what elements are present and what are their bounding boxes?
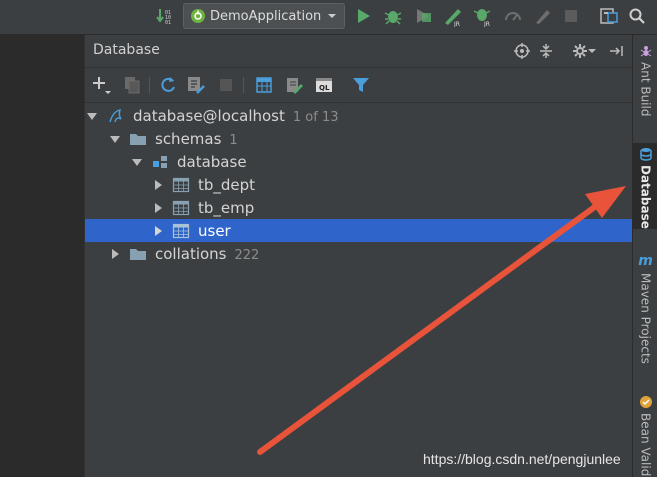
tree-row-schemas[interactable]: schemas 1 (85, 127, 632, 150)
tab-label: Bean Valid (638, 413, 653, 477)
collapsed-arrow-icon[interactable] (153, 202, 163, 213)
run-configuration-label: DemoApplication (210, 8, 322, 24)
spring-boot-icon (191, 9, 205, 23)
chevron-down-icon[interactable] (588, 42, 596, 60)
coverage-icon[interactable] (412, 5, 434, 27)
tab-bean-validation[interactable]: Bean Valid (633, 391, 657, 477)
tree-row-table-user[interactable]: user (85, 219, 632, 242)
tree-row-schema-database[interactable]: database (85, 150, 632, 173)
stop-icon[interactable] (560, 5, 582, 27)
query-console-icon[interactable]: QL (313, 74, 335, 96)
target-icon[interactable] (513, 42, 531, 60)
tree-node-count: 222 (234, 247, 260, 263)
collapse-all-icon[interactable] (537, 42, 555, 60)
tree-node-label: schemas (155, 129, 222, 148)
stop-icon[interactable] (215, 74, 237, 96)
run-icon[interactable] (352, 5, 374, 27)
expanded-arrow-icon[interactable] (87, 111, 97, 121)
tree-node-label: user (198, 221, 231, 240)
bean-validation-icon (639, 396, 652, 408)
data-source-properties-icon[interactable] (185, 74, 207, 96)
tree-node-label: tb_emp (198, 198, 255, 217)
debug-icon[interactable] (382, 5, 404, 27)
tree-node-count: 1 (229, 132, 238, 148)
jrebel-run-icon[interactable]: JR (442, 5, 464, 27)
profiler-icon[interactable] (502, 5, 524, 27)
expanded-arrow-icon[interactable] (132, 157, 142, 167)
database-toolbar: QL (85, 68, 632, 103)
tab-label: Maven Projects (638, 273, 653, 364)
database-icon (639, 148, 652, 161)
folder-icon (129, 130, 147, 148)
tree-node-label: database@localhost (133, 106, 285, 125)
folder-icon (129, 245, 147, 263)
tab-ant-build[interactable]: Ant Build (633, 41, 657, 127)
project-structure-icon[interactable] (598, 5, 620, 27)
settings-gear-icon[interactable] (571, 42, 589, 60)
tab-label: Database (638, 165, 653, 229)
datasource-icon (107, 107, 125, 125)
jrebel-debug-icon[interactable]: JR (472, 5, 494, 27)
svg-text:01: 01 (165, 20, 171, 26)
tab-maven-projects[interactable]: m Maven Projects (633, 251, 657, 371)
toolbar-separator (149, 77, 150, 93)
editor-area (0, 35, 85, 477)
filter-icon[interactable] (350, 74, 372, 96)
right-tool-window-bar: Ant Build Database m Maven Projects Bean… (632, 35, 657, 477)
ant-icon (640, 46, 651, 57)
tree-node-count: 1 of 13 (292, 109, 339, 125)
hide-panel-icon[interactable] (607, 42, 625, 60)
tree-node-label: collations (155, 244, 227, 263)
attach-icon[interactable] (532, 5, 554, 27)
collapsed-arrow-icon[interactable] (153, 225, 163, 236)
build-icon[interactable]: 01 10 01 (155, 5, 177, 27)
collapsed-arrow-icon[interactable] (110, 248, 120, 259)
add-icon[interactable] (91, 74, 113, 96)
tree-node-label: database (177, 152, 247, 171)
svg-text:QL: QL (319, 84, 330, 92)
search-icon[interactable] (626, 5, 648, 27)
table-icon (172, 222, 190, 240)
maven-icon: m (638, 253, 653, 269)
tree-row-table-tb-emp[interactable]: tb_emp (85, 196, 632, 219)
schema-icon (151, 153, 169, 171)
copy-icon[interactable] (121, 74, 143, 96)
panel-header: Database (85, 35, 632, 68)
database-panel: Database QL database@localhost 1 of 13 s… (85, 35, 632, 477)
collapsed-arrow-icon[interactable] (153, 179, 163, 190)
tree-row-table-tb-dept[interactable]: tb_dept (85, 173, 632, 196)
svg-text:JR: JR (483, 21, 490, 27)
main-toolbar: 01 10 01 DemoApplication JR JR (0, 0, 657, 35)
table-icon (172, 199, 190, 217)
table-editor-icon[interactable] (253, 74, 275, 96)
run-configuration-select[interactable]: DemoApplication (183, 3, 345, 29)
panel-title: Database (93, 42, 160, 58)
tree-node-label: tb_dept (198, 175, 256, 194)
edit-source-icon[interactable] (283, 74, 305, 96)
tree-row-datasource[interactable]: database@localhost 1 of 13 (85, 104, 632, 127)
expanded-arrow-icon[interactable] (110, 134, 120, 144)
watermark-text: https://blog.csdn.net/pengjunlee (423, 451, 621, 467)
tab-database[interactable]: Database (633, 143, 657, 229)
table-icon (172, 176, 190, 194)
refresh-icon[interactable] (157, 74, 179, 96)
tree-row-collations[interactable]: collations 222 (85, 242, 632, 265)
chevron-down-icon (328, 14, 337, 18)
toolbar-separator (243, 77, 244, 93)
svg-text:JR: JR (453, 21, 460, 27)
tab-label: Ant Build (638, 62, 653, 117)
